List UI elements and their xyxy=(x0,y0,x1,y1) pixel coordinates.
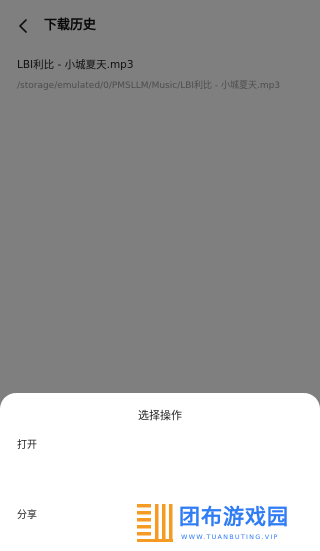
watermark: 团布游戏园 WWW.TUANBUTING.VIP xyxy=(135,501,305,545)
sheet-title: 选择操作 xyxy=(138,409,182,422)
watermark-logo-icon xyxy=(137,504,173,542)
watermark-name: 团布游戏园 xyxy=(179,505,289,529)
share-option-label: 分享 xyxy=(17,510,37,521)
open-option[interactable]: 打开 xyxy=(0,427,320,459)
watermark-url: WWW.TUANBUTING.VIP xyxy=(181,533,279,541)
open-option-label: 打开 xyxy=(17,440,37,451)
screen: 下载历史 LBI利比 - 小城夏天.mp3 /storage/emulated/… xyxy=(0,0,320,551)
